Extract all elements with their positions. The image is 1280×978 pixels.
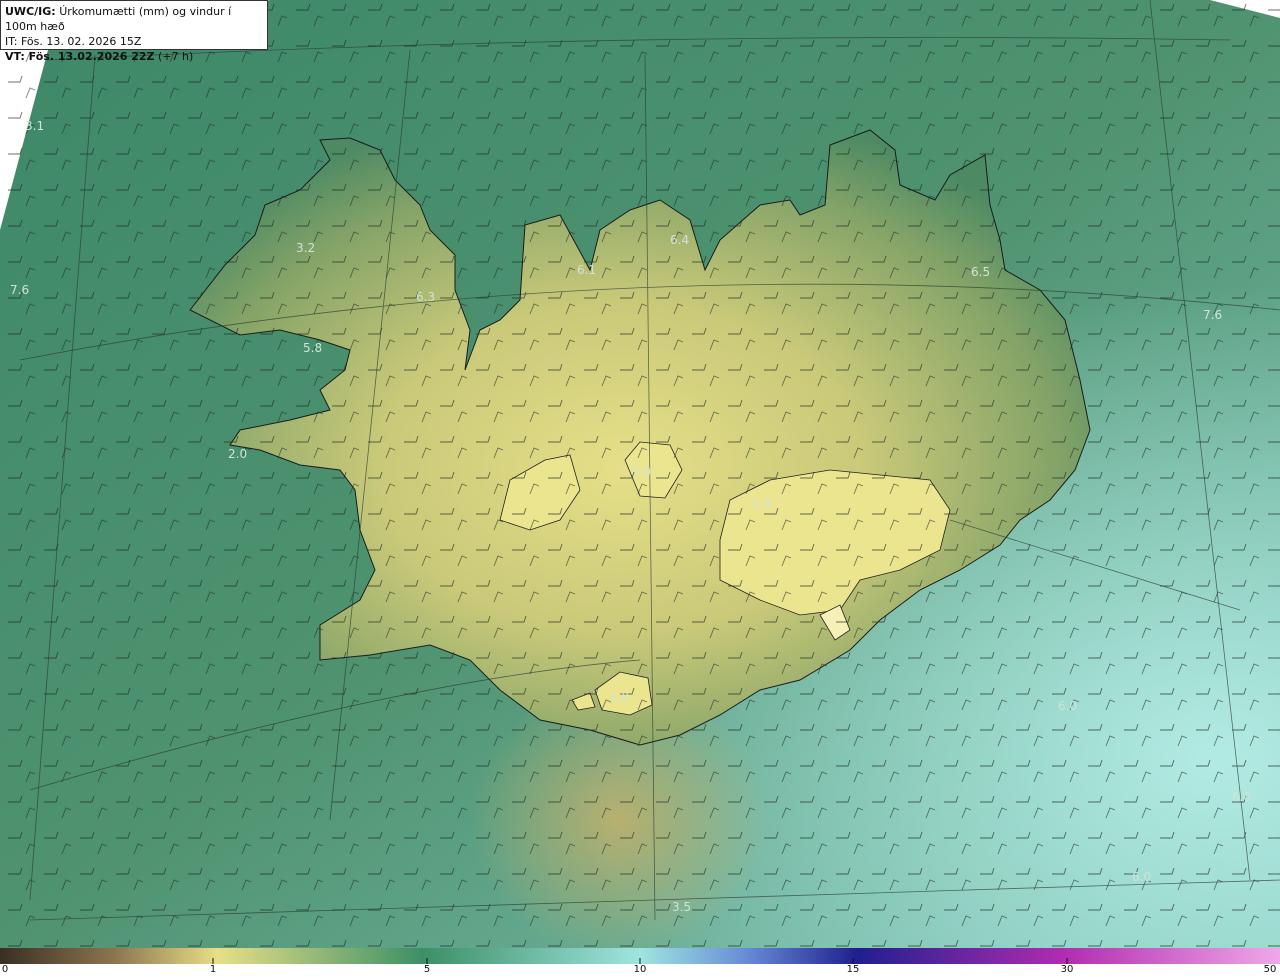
map-value-label: 3.2 <box>296 241 315 255</box>
map-value-label: 6.5 <box>971 265 990 279</box>
valid-time: VT: Fös. 13.02.2026 22Z <box>5 50 155 63</box>
map-value-label: 6.4 <box>670 233 689 247</box>
map-value-label: 1.0 <box>632 465 651 479</box>
colorbar-tick: 30 <box>1060 964 1074 975</box>
map-value-label: 7.6 <box>10 283 29 297</box>
colorbar-tick: 50 <box>1263 964 1277 975</box>
model-name: UWC/IG: <box>5 5 56 18</box>
map-value-label: 6.1 <box>577 263 596 277</box>
map-value-label: 6.3 <box>416 290 435 304</box>
colorbar-tick: 10 <box>633 964 647 975</box>
map-value-label: 3.1 <box>25 119 44 133</box>
colorbar-tick: 15 <box>846 964 860 975</box>
title-line: UWC/IG: Úrkomumætti (mm) og vindur í 100… <box>5 4 263 34</box>
map-value-label: 2.0 <box>228 447 247 461</box>
colorbar-tick: 5 <box>423 964 431 975</box>
map-value-label: 1.0 <box>610 690 629 704</box>
map-value-label: 3.5 <box>672 900 691 914</box>
map-value-label: 1.0 <box>752 497 771 511</box>
map-value-label: 7.6 <box>1203 308 1222 322</box>
map-info-box: UWC/IG: Úrkomumætti (mm) og vindur í 100… <box>0 0 268 63</box>
map-value-label: 6.0 <box>1058 699 1077 713</box>
forecast-offset: (+7 h) <box>158 50 194 63</box>
colorbar-tick: 1 <box>209 964 217 975</box>
precipitable-water-map: 3.1 3.2 7.6 6.3 5.8 2.0 6.1 6.4 6.5 7.6 … <box>0 0 1280 948</box>
map-value-label: 6.0 <box>1132 870 1151 884</box>
map-value-label: 5.8 <box>303 341 322 355</box>
map-value-label: 6.0 <box>1232 790 1251 804</box>
colorbar <box>0 948 1280 964</box>
colorbar-tick: 0 <box>1 964 9 975</box>
valid-time-line: VT: Fös. 13.02.2026 22Z (+7 h) <box>5 49 263 64</box>
issue-time: IT: Fös. 13. 02. 2026 15Z <box>5 35 142 48</box>
